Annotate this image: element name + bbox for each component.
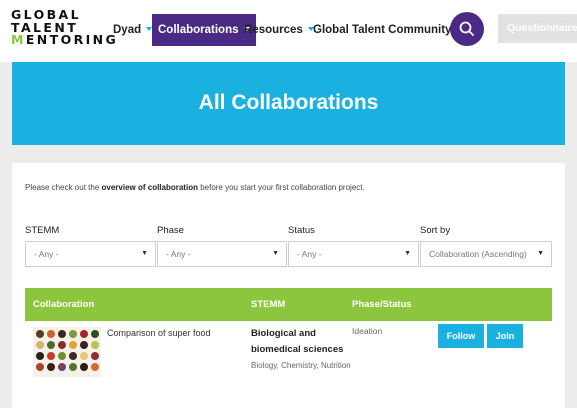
nav-dyad-label: Dyad <box>113 24 142 36</box>
collaboration-thumbnail[interactable] <box>33 327 101 377</box>
stemm-cell: Biological and biomedical sciences Biolo… <box>251 326 351 373</box>
logo-line-3: MENTORING <box>11 32 119 47</box>
superfood-image <box>33 327 101 377</box>
filter-label-sort: Sort by <box>420 225 451 236</box>
nav-resources-label: Resources <box>244 24 303 36</box>
search-icon <box>459 21 474 36</box>
nav-collaborations[interactable]: Collaborations <box>152 14 256 46</box>
filter-label-phase: Phase <box>157 225 184 236</box>
site-header: GLOBAL TALENT MENTORING Dyad Collaborati… <box>0 0 577 62</box>
filter-label-stemm: STEMM <box>25 225 60 236</box>
stemm-main: Biological and biomedical sciences <box>251 328 344 355</box>
nav-collaborations-label: Collaborations <box>158 24 239 36</box>
page-title: All Collaborations <box>198 91 379 114</box>
status-select[interactable]: - Any - ▼ <box>288 241 419 267</box>
stemm-select-value: - Any - <box>34 249 59 259</box>
stemm-subjects: Biology, Chemistry, Nutrition <box>251 361 351 370</box>
sort-select-value: Collaboration (Ascending) <box>429 249 527 259</box>
page-banner: All Collaborations <box>12 62 565 145</box>
table-row: Comparison of super food Biological and … <box>25 321 552 408</box>
dropdown-arrow-icon: ▼ <box>138 242 148 266</box>
collaborations-table: Collaboration STEMM Phase/Status Compari… <box>25 288 552 408</box>
nav-global-talent-community[interactable]: Global Talent Community <box>313 14 463 46</box>
filter-label-status: Status <box>288 225 315 236</box>
dropdown-arrow-icon: ▼ <box>401 242 411 266</box>
stemm-select[interactable]: - Any - ▼ <box>25 241 156 267</box>
nav-dyad[interactable]: Dyad <box>113 14 153 46</box>
intro-text: Please check out the overview of collabo… <box>25 183 365 192</box>
join-button[interactable]: Join <box>487 324 523 348</box>
status-select-value: - Any - <box>297 249 322 259</box>
site-logo[interactable]: GLOBAL TALENT MENTORING <box>11 8 119 47</box>
col-header-phase-status: Phase/Status <box>352 299 412 310</box>
phase-select[interactable]: - Any - ▼ <box>157 241 287 267</box>
main-content: Please check out the overview of collabo… <box>12 163 565 408</box>
col-header-stemm: STEMM <box>251 299 286 310</box>
col-header-collaboration: Collaboration <box>33 299 95 310</box>
search-button[interactable] <box>450 12 484 46</box>
table-header: Collaboration STEMM Phase/Status <box>25 288 552 321</box>
phase-select-value: - Any - <box>166 249 191 259</box>
logo-accent-letter: M <box>11 32 26 47</box>
overview-link[interactable]: overview of collaboration <box>102 183 198 192</box>
collaboration-title[interactable]: Comparison of super food <box>107 326 217 341</box>
follow-button[interactable]: Follow <box>438 324 484 348</box>
nav-global-talent-community-label: Global Talent Community <box>313 24 452 36</box>
intro-after: before you start your first collaboratio… <box>197 183 365 192</box>
nav-resources[interactable]: Resources <box>244 14 314 46</box>
phase-status: Ideation <box>352 326 383 336</box>
questionnaire-button[interactable]: Questionnaire <box>498 14 577 43</box>
logo-line-3-rest: ENTORING <box>25 32 119 47</box>
intro-before: Please check out the <box>25 183 102 192</box>
dropdown-arrow-icon: ▼ <box>534 242 544 266</box>
dropdown-arrow-icon: ▼ <box>269 242 279 266</box>
sort-select[interactable]: Collaboration (Ascending) ▼ <box>420 241 552 267</box>
